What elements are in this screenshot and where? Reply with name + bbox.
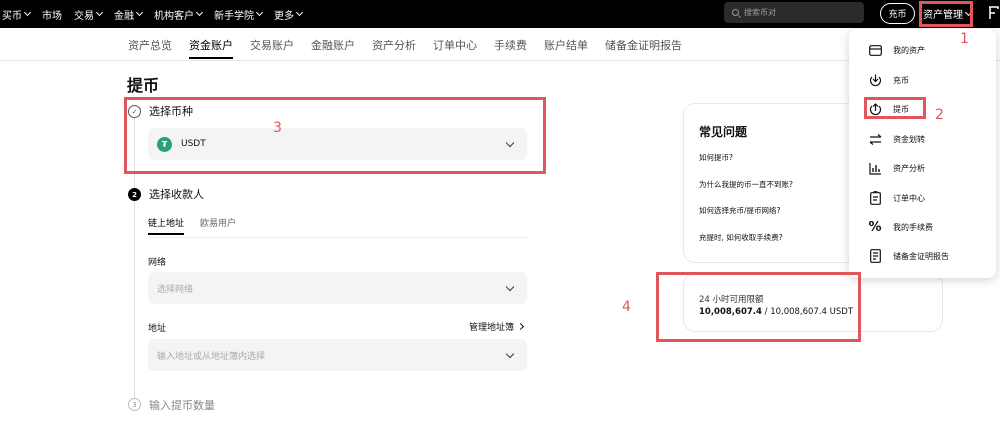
faq-question[interactable]: 如何提币? xyxy=(699,152,733,163)
step-2-number: 2 xyxy=(128,188,141,201)
annotation-number-3: 3 xyxy=(273,120,282,136)
tab-finance-account[interactable]: 金融账户 xyxy=(311,37,355,59)
chevron-down-icon xyxy=(135,8,144,17)
nav-finance[interactable]: 金融 xyxy=(114,7,144,22)
nav-markets[interactable]: 市场 xyxy=(42,7,62,22)
annotation-number-4: 4 xyxy=(622,299,631,315)
tab-fees[interactable]: 手续费 xyxy=(494,37,527,59)
nav-label: 机构客户 xyxy=(154,10,194,22)
manage-address-book-link[interactable]: 管理地址簿 xyxy=(469,320,525,333)
tab-funding-account[interactable]: 资金账户 xyxy=(189,37,233,59)
nav-label: 新手学院 xyxy=(214,10,254,22)
nav-more[interactable]: 更多 xyxy=(274,7,304,22)
nav-label: 市场 xyxy=(42,10,62,22)
nav-label: 金融 xyxy=(114,10,134,22)
recipient-type-tabs: 链上地址 欧易用户 xyxy=(148,216,236,235)
network-placeholder: 选择网络 xyxy=(157,284,194,295)
tab-asset-analysis[interactable]: 资产分析 xyxy=(372,37,416,59)
tab-okx-user[interactable]: 欧易用户 xyxy=(200,216,236,235)
menu-label: 充币 xyxy=(893,75,909,85)
faq-question[interactable]: 如何选择充币/提币网络? xyxy=(699,205,781,216)
chevron-down-icon xyxy=(505,349,515,359)
step-3-number: 3 xyxy=(128,398,141,411)
menu-label: 订单中心 xyxy=(893,193,925,203)
account-subnav: 资产总览 资金账户 交易账户 金融账户 资产分析 订单中心 手续费 账户结单 储… xyxy=(128,37,682,59)
menu-label: 我的手续费 xyxy=(893,222,933,232)
wallet-icon xyxy=(868,43,882,57)
chevron-right-icon xyxy=(516,322,525,331)
tab-proof-of-reserves[interactable]: 储备金证明报告 xyxy=(605,37,682,59)
nav-label: 更多 xyxy=(274,10,294,22)
nav-label: 买币 xyxy=(2,10,22,22)
address-label: 地址 xyxy=(148,324,167,334)
chevron-down-icon xyxy=(505,282,515,292)
address-input[interactable]: 输入地址或从地址簿内选择 xyxy=(148,339,527,371)
tab-onchain-address[interactable]: 链上地址 xyxy=(148,216,185,235)
step-2-label: 选择收款人 xyxy=(149,188,204,201)
main-nav: 买币 市场 交易 金融 机构客户 新手学院 更多 xyxy=(2,0,304,28)
chevron-down-icon xyxy=(295,8,304,17)
page-title: 提币 xyxy=(127,76,160,95)
report-icon xyxy=(868,249,882,263)
menu-label: 我的资产 xyxy=(893,45,925,55)
chevron-down-icon xyxy=(23,8,32,17)
address-placeholder: 输入地址或从地址簿内选择 xyxy=(157,351,266,362)
search-icon xyxy=(732,9,739,16)
chevron-down-icon xyxy=(195,8,204,17)
menu-label: 资产分析 xyxy=(893,163,925,173)
menu-item-asset-analysis[interactable]: 资产分析 xyxy=(868,160,925,176)
user-icon-svg xyxy=(989,6,999,19)
step-3-label: 输入提币数量 xyxy=(149,399,215,412)
transfer-icon xyxy=(868,132,882,146)
user-icon[interactable] xyxy=(988,6,1000,23)
search-placeholder: 搜索币对 xyxy=(744,8,776,17)
annotation-box-2 xyxy=(864,97,926,119)
menu-item-order-center[interactable]: 订单中心 xyxy=(868,190,925,206)
deposit-icon xyxy=(868,73,882,87)
faq-question[interactable]: 为什么我提的币一直不到账? xyxy=(699,179,793,190)
menu-item-my-assets[interactable]: 我的资产 xyxy=(868,42,925,58)
network-select[interactable]: 选择网络 xyxy=(148,272,527,304)
annotation-number-1: 1 xyxy=(960,31,969,47)
tab-trading-account[interactable]: 交易账户 xyxy=(250,37,294,59)
annotation-box-1 xyxy=(919,1,973,27)
tab-statements[interactable]: 账户结单 xyxy=(544,37,588,59)
tab-asset-overview[interactable]: 资产总览 xyxy=(128,37,172,59)
menu-label: 资金划转 xyxy=(893,134,925,144)
tab-order-center[interactable]: 订单中心 xyxy=(433,37,477,59)
network-label: 网络 xyxy=(148,258,167,268)
nav-institutional[interactable]: 机构客户 xyxy=(154,7,204,22)
chevron-down-icon xyxy=(95,8,104,17)
nav-trade[interactable]: 交易 xyxy=(74,7,104,22)
deposit-button[interactable]: 充币 xyxy=(880,3,915,24)
menu-label: 储备金证明报告 xyxy=(893,251,949,261)
annotation-box-3 xyxy=(124,97,546,174)
nav-learn[interactable]: 新手学院 xyxy=(214,7,264,22)
tabs-underline xyxy=(148,237,527,238)
chart-icon xyxy=(868,161,882,175)
nav-buy-crypto[interactable]: 买币 xyxy=(2,7,32,22)
asset-management-dropdown: 我的资产 充币 提币 资金划转 资产分析 订单中心 % 我的手续费 储备金证明报… xyxy=(849,29,996,278)
search-input[interactable]: 搜索币对 xyxy=(724,2,864,23)
address-book-label: 管理地址簿 xyxy=(469,323,515,333)
menu-item-my-fees[interactable]: % 我的手续费 xyxy=(868,219,933,235)
annotation-box-4 xyxy=(656,272,861,342)
faq-question[interactable]: 充提时, 如何收取手续费? xyxy=(699,232,783,243)
annotation-number-2: 2 xyxy=(935,107,944,123)
chevron-down-icon xyxy=(255,8,264,17)
percent-icon: % xyxy=(868,219,882,235)
menu-item-deposit[interactable]: 充币 xyxy=(868,72,909,88)
menu-item-transfer[interactable]: 资金划转 xyxy=(868,131,925,147)
nav-label: 交易 xyxy=(74,10,94,22)
faq-title: 常见问题 xyxy=(699,125,748,139)
top-navigation-bar: 买币 市场 交易 金融 机构客户 新手学院 更多 搜索币对 充币 资产管理 xyxy=(0,0,1000,28)
clipboard-icon xyxy=(868,191,882,205)
menu-item-proof-of-reserves[interactable]: 储备金证明报告 xyxy=(868,248,949,264)
